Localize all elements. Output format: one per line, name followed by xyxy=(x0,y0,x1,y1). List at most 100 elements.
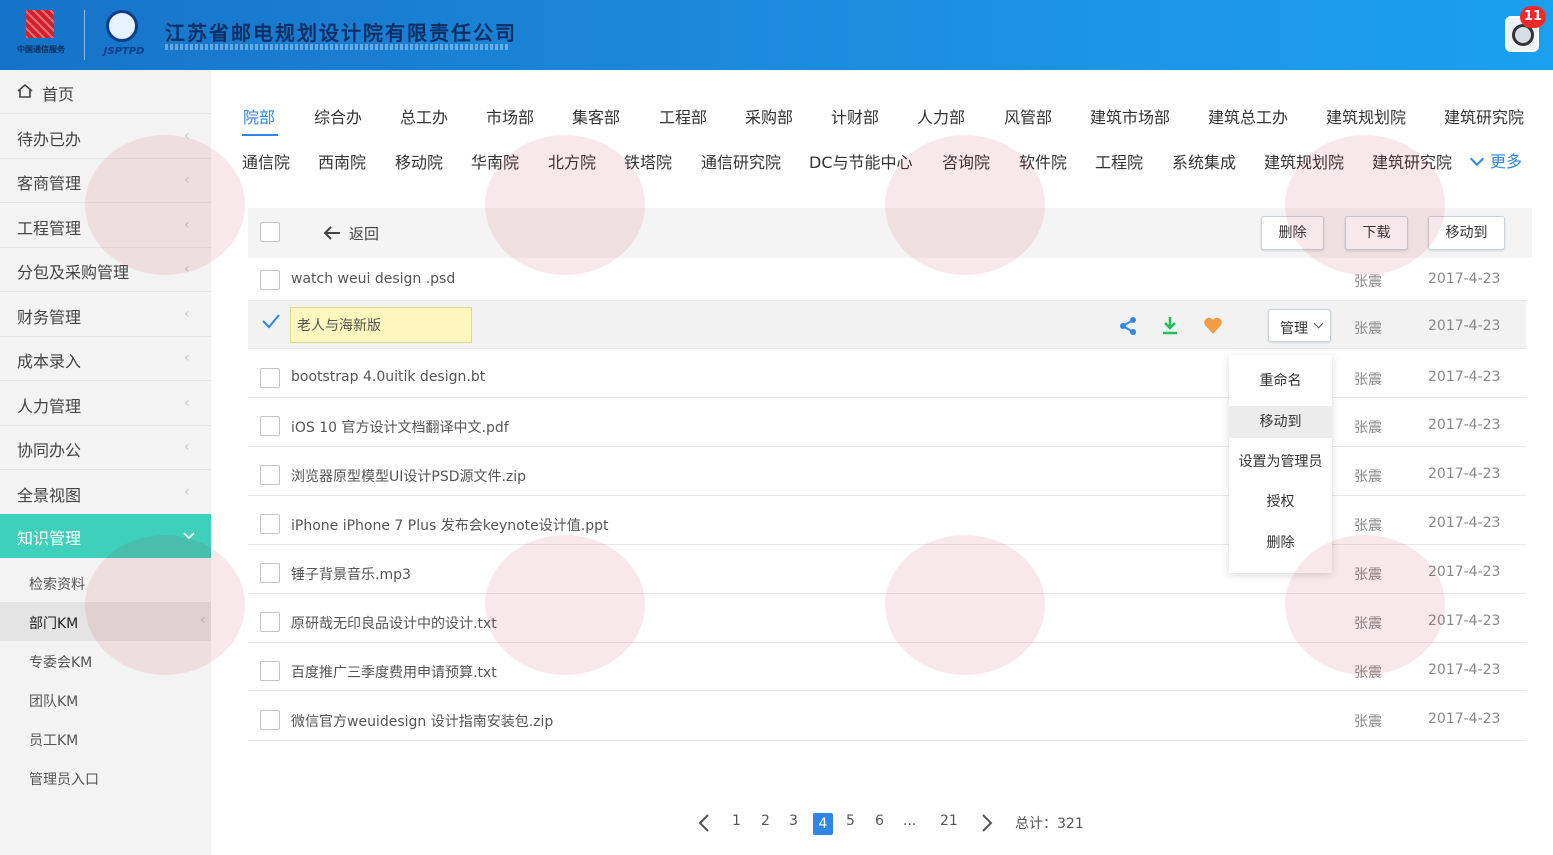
row-checkbox[interactable] xyxy=(260,612,280,632)
download-icon[interactable] xyxy=(1160,315,1180,335)
chevron-left-icon: ‹ xyxy=(184,484,190,500)
file-owner: 张震 xyxy=(1354,420,1382,436)
more-tabs-button[interactable]: 更多 xyxy=(1469,148,1522,172)
menu-item-authorize[interactable]: 授权 xyxy=(1229,486,1332,518)
tab-dept[interactable]: 软件院 xyxy=(1019,149,1067,173)
sidebar-item-panorama[interactable]: 全景视图 ‹ xyxy=(0,471,211,515)
file-name[interactable]: 微信官方weuidesign 设计指南安装包.zip xyxy=(291,711,553,731)
sidebar-sub-label: 团队KM xyxy=(29,694,79,710)
table-row[interactable] xyxy=(248,545,1526,594)
row-checkbox[interactable] xyxy=(260,661,280,681)
file-owner: 张震 xyxy=(1354,372,1382,388)
sidebar-item-knowledge[interactable]: 知识管理 xyxy=(0,514,211,558)
file-name[interactable]: 锤子背景音乐.mp3 xyxy=(291,564,411,584)
tab-dept[interactable]: 综合办 xyxy=(314,104,362,128)
file-name[interactable]: bootstrap 4.0uitik design.bt xyxy=(291,369,485,385)
sidebar-sub-staff-km[interactable]: 员工KM xyxy=(0,719,211,758)
tab-dept[interactable]: 咨询院 xyxy=(942,149,990,173)
sidebar-item-todo[interactable]: 待办已办 ‹ xyxy=(0,115,211,159)
sidebar-sub-admin[interactable]: 管理员入口 xyxy=(0,758,211,797)
sidebar-item-clients[interactable]: 客商管理 ‹ xyxy=(0,159,211,203)
heart-icon[interactable] xyxy=(1203,316,1223,336)
page-number[interactable]: 3 xyxy=(789,813,798,829)
tab-dept[interactable]: 计财部 xyxy=(831,104,879,128)
tab-dept[interactable]: DC与节能中心 xyxy=(809,149,913,173)
row-checkbox[interactable] xyxy=(260,368,280,388)
share-icon[interactable] xyxy=(1118,316,1138,336)
tab-dept[interactable]: 建筑研究院 xyxy=(1444,104,1524,128)
tab-dept[interactable]: 市场部 xyxy=(486,104,534,128)
manage-dropdown-button[interactable]: 管理 xyxy=(1268,309,1331,342)
back-arrow-icon[interactable] xyxy=(322,223,342,243)
sidebar-sub-team-km[interactable]: 团队KM xyxy=(0,680,211,719)
sidebar-sub-committee-km[interactable]: 专委会KM xyxy=(0,641,211,680)
delete-button[interactable]: 删除 xyxy=(1261,216,1324,250)
tab-dept[interactable]: 集客部 xyxy=(572,104,620,128)
page-number[interactable]: 6 xyxy=(875,813,884,829)
file-name[interactable]: iOS 10 官方设计文档翻译中文.pdf xyxy=(291,417,509,437)
file-name[interactable]: 百度推广三季度费用申请预算.txt xyxy=(291,662,497,682)
tab-dept[interactable]: 通信院 xyxy=(242,149,290,173)
select-all-checkbox[interactable] xyxy=(260,222,280,242)
row-checkbox[interactable] xyxy=(260,416,280,436)
sidebar-item-procurement[interactable]: 分包及采购管理 ‹ xyxy=(0,248,211,292)
menu-item-delete[interactable]: 删除 xyxy=(1229,527,1332,559)
sidebar-item-cost-entry[interactable]: 成本录入 ‹ xyxy=(0,337,211,381)
sidebar-item-home[interactable]: 首页 xyxy=(0,70,211,114)
menu-item-set-admin[interactable]: 设置为管理员 xyxy=(1229,446,1332,478)
file-name[interactable]: 浏览器原型模型UI设计PSD源文件.zip xyxy=(291,466,526,486)
page-number-current[interactable]: 4 xyxy=(813,813,833,835)
sidebar-item-finance[interactable]: 财务管理 ‹ xyxy=(0,293,211,337)
tab-dept[interactable]: 建筑市场部 xyxy=(1090,104,1170,128)
tab-dept[interactable]: 院部 xyxy=(243,104,275,128)
sidebar-sub-dept-km[interactable]: 部门KM ‹ xyxy=(0,602,211,641)
tab-dept[interactable]: 建筑研究院 xyxy=(1372,149,1452,173)
prev-page-icon[interactable] xyxy=(697,813,711,833)
tab-dept[interactable]: 建筑规划院 xyxy=(1264,149,1344,173)
row-checkbox[interactable] xyxy=(260,563,280,583)
tab-dept[interactable]: 工程院 xyxy=(1095,149,1143,173)
sidebar-sub-search[interactable]: 检索资料 xyxy=(0,563,211,602)
row-checkbox[interactable] xyxy=(260,270,280,290)
menu-item-move-to[interactable]: 移动到 xyxy=(1229,406,1332,438)
tab-dept[interactable]: 移动院 xyxy=(395,149,443,173)
page-number[interactable]: 1 xyxy=(732,813,741,829)
download-button[interactable]: 下载 xyxy=(1345,216,1408,250)
tab-dept[interactable]: 人力部 xyxy=(917,104,965,128)
tab-dept[interactable]: 风管部 xyxy=(1004,104,1052,128)
chevron-left-icon: ‹ xyxy=(184,172,190,188)
row-checkbox[interactable] xyxy=(260,710,280,730)
row-checkbox[interactable] xyxy=(260,465,280,485)
next-page-icon[interactable] xyxy=(980,813,994,833)
page-number[interactable]: 2 xyxy=(761,813,770,829)
file-name[interactable]: iPhone iPhone 7 Plus 发布会keynote设计值.ppt xyxy=(291,515,608,535)
file-name[interactable]: 原研哉无印良品设计中的设计.txt xyxy=(291,613,497,633)
back-button[interactable]: 返回 xyxy=(349,223,379,244)
sidebar-item-hr[interactable]: 人力管理 ‹ xyxy=(0,382,211,426)
notification-badge[interactable]: 11 xyxy=(1520,6,1546,28)
tab-dept[interactable]: 采购部 xyxy=(745,104,793,128)
sidebar-item-collab[interactable]: 协同办公 ‹ xyxy=(0,426,211,470)
rename-input[interactable] xyxy=(290,307,472,343)
menu-item-rename[interactable]: 重命名 xyxy=(1229,365,1332,397)
tab-dept[interactable]: 建筑总工办 xyxy=(1208,104,1288,128)
page-number[interactable]: 5 xyxy=(846,813,855,829)
tab-dept[interactable]: 铁塔院 xyxy=(624,149,672,173)
tab-dept[interactable]: 建筑规划院 xyxy=(1326,104,1406,128)
move-to-button[interactable]: 移动到 xyxy=(1428,216,1505,250)
page-number[interactable]: 21 xyxy=(940,813,958,829)
home-icon xyxy=(17,84,33,98)
file-name[interactable]: watch weui design .psd xyxy=(291,271,455,287)
row-checkbox[interactable] xyxy=(260,514,280,534)
tab-dept[interactable]: 西南院 xyxy=(318,149,366,173)
tab-dept[interactable]: 工程部 xyxy=(659,104,707,128)
tab-dept[interactable]: 系统集成 xyxy=(1172,149,1236,173)
checkmark-icon[interactable] xyxy=(261,313,281,329)
tab-dept[interactable]: 总工办 xyxy=(400,104,448,128)
tab-dept[interactable]: 华南院 xyxy=(471,149,519,173)
chevron-left-icon: ‹ xyxy=(184,306,190,322)
tab-dept[interactable]: 通信研究院 xyxy=(701,149,781,173)
file-date: 2017-4-23 xyxy=(1428,711,1501,727)
sidebar-item-projects[interactable]: 工程管理 ‹ xyxy=(0,204,211,248)
tab-dept[interactable]: 北方院 xyxy=(548,149,596,173)
